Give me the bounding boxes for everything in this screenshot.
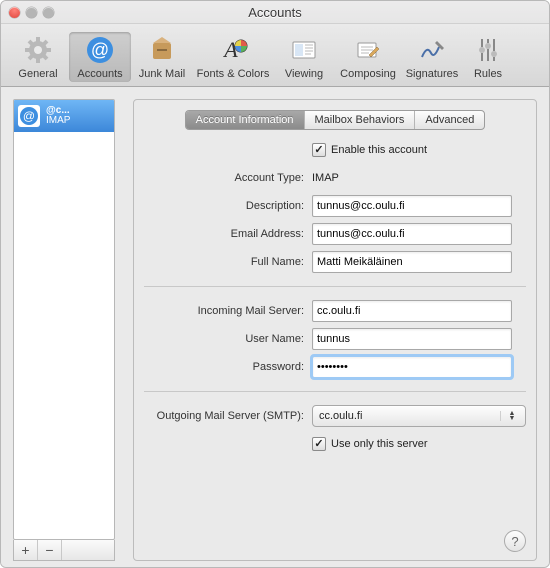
accounts-list[interactable]: @ @c... IMAP bbox=[13, 99, 115, 540]
sidebar-buttons: + − bbox=[13, 540, 115, 561]
fullname-input[interactable] bbox=[312, 251, 512, 273]
smtp-label: Outgoing Mail Server (SMTP): bbox=[144, 410, 312, 422]
remove-account-button[interactable]: − bbox=[38, 540, 62, 560]
toolbar-signatures[interactable]: Signatures bbox=[401, 32, 463, 82]
help-button[interactable]: ? bbox=[504, 530, 526, 552]
tab-account-information[interactable]: Account Information bbox=[186, 111, 305, 129]
add-account-button[interactable]: + bbox=[14, 540, 38, 560]
username-input[interactable] bbox=[312, 328, 512, 350]
password-label: Password: bbox=[144, 361, 312, 373]
account-detail-pane: Account Information Mailbox Behaviors Ad… bbox=[133, 99, 537, 561]
account-type-value: IMAP bbox=[312, 172, 526, 184]
toolbar-fonts-colors[interactable]: A Fonts & Colors bbox=[193, 32, 273, 82]
enable-account-checkbox[interactable] bbox=[312, 143, 326, 157]
fonts-colors-icon: A bbox=[218, 35, 248, 65]
titlebar: Accounts bbox=[1, 1, 549, 24]
composing-icon bbox=[353, 35, 383, 65]
email-input[interactable] bbox=[312, 223, 512, 245]
tab-advanced[interactable]: Advanced bbox=[415, 111, 484, 129]
svg-text:@: @ bbox=[91, 40, 109, 60]
at-sign-icon: @ bbox=[85, 35, 115, 65]
junk-mail-icon bbox=[147, 35, 177, 65]
toolbar-viewing[interactable]: Viewing bbox=[273, 32, 335, 82]
use-only-this-server-label: Use only this server bbox=[331, 438, 428, 450]
incoming-label: Incoming Mail Server: bbox=[144, 305, 312, 317]
toolbar-rules[interactable]: Rules bbox=[463, 32, 513, 82]
account-type-label: Account Type: bbox=[144, 172, 312, 184]
window-title: Accounts bbox=[1, 5, 549, 20]
username-label: User Name: bbox=[144, 333, 312, 345]
rules-icon bbox=[473, 35, 503, 65]
preferences-window: Accounts General @ Accounts Junk Mail A … bbox=[0, 0, 550, 568]
toolbar-junk-mail[interactable]: Junk Mail bbox=[131, 32, 193, 82]
password-input[interactable] bbox=[312, 356, 512, 378]
divider bbox=[144, 391, 526, 392]
toolbar: General @ Accounts Junk Mail A Fonts & C… bbox=[1, 24, 549, 87]
viewing-icon bbox=[289, 35, 319, 65]
account-row[interactable]: @ @c... IMAP bbox=[14, 100, 114, 132]
fullname-label: Full Name: bbox=[144, 256, 312, 268]
incoming-server-input[interactable] bbox=[312, 300, 512, 322]
tab-mailbox-behaviors[interactable]: Mailbox Behaviors bbox=[305, 111, 416, 129]
use-only-this-server-checkbox[interactable] bbox=[312, 437, 326, 451]
description-label: Description: bbox=[144, 200, 312, 212]
chevron-updown-icon: ▲▼ bbox=[500, 411, 519, 421]
svg-text:@: @ bbox=[23, 109, 35, 123]
accounts-sidebar: @ @c... IMAP + − bbox=[13, 99, 115, 561]
smtp-value: cc.oulu.fi bbox=[319, 410, 362, 422]
toolbar-general[interactable]: General bbox=[7, 32, 69, 82]
account-info: @c... IMAP bbox=[46, 106, 70, 127]
divider bbox=[144, 286, 526, 287]
toolbar-accounts[interactable]: @ Accounts bbox=[69, 32, 131, 82]
content-area: @ @c... IMAP + − Account Information Mai… bbox=[1, 87, 549, 568]
gear-icon bbox=[23, 35, 53, 65]
email-label: Email Address: bbox=[144, 228, 312, 240]
description-input[interactable] bbox=[312, 195, 512, 217]
at-sign-icon: @ bbox=[18, 105, 40, 127]
signatures-icon bbox=[417, 35, 447, 65]
enable-account-label: Enable this account bbox=[331, 144, 427, 156]
pane-tabs: Account Information Mailbox Behaviors Ad… bbox=[144, 110, 526, 130]
account-form: Enable this account Account Type: IMAP D… bbox=[144, 138, 526, 456]
smtp-select[interactable]: cc.oulu.fi ▲▼ bbox=[312, 405, 526, 427]
toolbar-composing[interactable]: Composing bbox=[335, 32, 401, 82]
